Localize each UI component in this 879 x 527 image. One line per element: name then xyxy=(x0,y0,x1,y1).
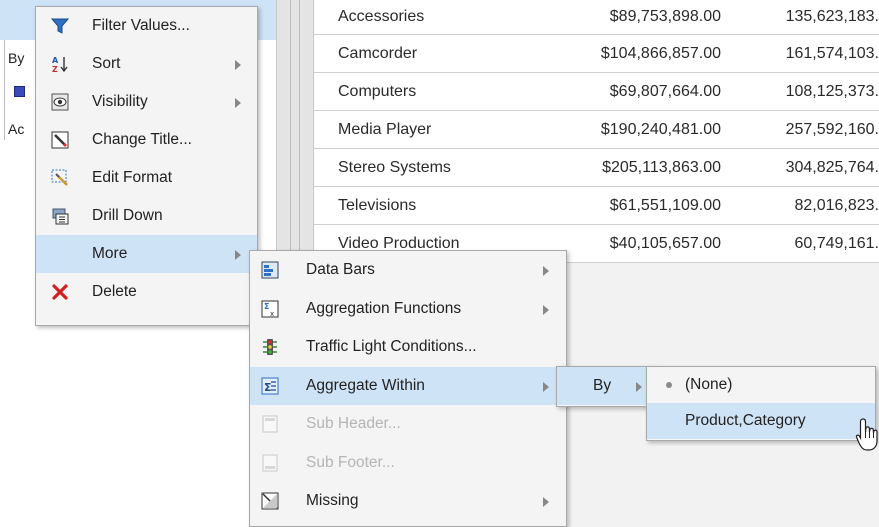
data-bars-icon xyxy=(261,261,279,279)
by-submenu: (None) Product,Category xyxy=(646,366,876,441)
selected-dot-icon xyxy=(666,382,672,388)
aggregate-within-submenu: By xyxy=(556,366,655,407)
category-cell: Televisions xyxy=(314,186,536,225)
menu-item-more[interactable]: More xyxy=(36,235,257,273)
menu-item-label: Visibility xyxy=(92,93,148,110)
category-cell: Stereo Systems xyxy=(314,148,536,187)
aggregation-icon: Σx xyxy=(261,300,279,318)
sub-header-icon xyxy=(261,415,279,433)
submenu-arrow-icon xyxy=(235,250,241,260)
menu-item-change-title[interactable]: Change Title... xyxy=(36,121,257,159)
submenu-arrow-icon xyxy=(543,266,549,276)
menu-item-missing[interactable]: Missing xyxy=(250,482,566,521)
menu-item-label: More xyxy=(92,245,128,262)
left-panel-fragment-by: By xyxy=(8,50,25,66)
menu-item-aggregation-functions[interactable]: Σx Aggregation Functions xyxy=(250,290,566,329)
left-panel-fragment-ac: Ac xyxy=(8,121,25,137)
missing-icon xyxy=(261,492,279,510)
menu-item-label: Sub Footer... xyxy=(306,453,395,471)
traffic-light-icon xyxy=(261,338,279,356)
menu-item-label: Missing xyxy=(306,492,359,509)
report-table: Accessories $89,753,898.00 135,623,183. … xyxy=(314,0,879,263)
menu-item-none[interactable]: (None) xyxy=(647,367,875,403)
submenu-arrow-icon xyxy=(235,98,241,108)
menu-item-by[interactable]: By xyxy=(557,367,654,405)
revenue-cell: $104,866,857.00 xyxy=(536,34,733,73)
count-cell: 257,592,160. xyxy=(733,110,879,149)
pencil-icon xyxy=(51,131,69,149)
menu-item-label: (None) xyxy=(685,376,733,393)
count-cell: 304,825,764. xyxy=(733,148,879,187)
more-submenu: Data Bars Σx Aggregation Functions Traff… xyxy=(249,250,567,527)
svg-text:A: A xyxy=(52,56,59,65)
count-cell: 108,125,373. xyxy=(733,72,879,111)
menu-item-delete[interactable]: Delete xyxy=(36,273,257,311)
menu-item-label: Data Bars xyxy=(306,261,375,278)
menu-item-label: Aggregate Within xyxy=(306,376,425,394)
context-menu: Filter Values... AZ Sort Visibility Chan… xyxy=(35,6,258,326)
sub-footer-icon xyxy=(261,454,279,472)
table-row: Accessories $89,753,898.00 135,623,183. xyxy=(314,0,879,35)
eye-icon xyxy=(51,93,69,111)
left-panel-tree-line xyxy=(4,40,5,140)
table-row: Stereo Systems $205,113,863.00 304,825,7… xyxy=(314,148,879,187)
count-cell: 161,574,103. xyxy=(733,34,879,73)
revenue-cell: $89,753,898.00 xyxy=(536,0,733,35)
menu-item-label: By xyxy=(593,377,612,394)
submenu-arrow-icon xyxy=(543,497,549,507)
submenu-arrow-icon xyxy=(235,60,241,70)
table-row: Camcorder $104,866,857.00 161,574,103. xyxy=(314,34,879,73)
menu-item-label: Change Title... xyxy=(92,131,192,148)
count-cell: 60,749,161. xyxy=(733,224,879,263)
menu-item-edit-format[interactable]: Edit Format xyxy=(36,159,257,197)
svg-text:Z: Z xyxy=(52,65,58,73)
menu-item-label: Sub Header... xyxy=(306,415,401,432)
field-square-icon xyxy=(14,86,25,97)
submenu-arrow-icon xyxy=(636,382,642,392)
revenue-cell: $61,551,109.00 xyxy=(536,186,733,225)
drill-down-icon xyxy=(51,207,69,225)
sort-az-icon: AZ xyxy=(51,55,69,73)
menu-item-aggregate-within[interactable]: Σ Aggregate Within xyxy=(250,366,566,405)
revenue-cell: $205,113,863.00 xyxy=(536,148,733,187)
delete-x-icon xyxy=(51,283,69,301)
menu-item-label: Delete xyxy=(92,283,137,300)
menu-item-sort[interactable]: AZ Sort xyxy=(36,45,257,83)
menu-item-label: Product,Category xyxy=(685,412,806,429)
menu-item-sub-footer: Sub Footer... xyxy=(250,444,566,483)
filter-icon xyxy=(51,17,69,35)
revenue-cell: $69,807,664.00 xyxy=(536,72,733,111)
menu-item-traffic-light-conditions[interactable]: Traffic Light Conditions... xyxy=(250,328,566,367)
count-cell: 82,016,823. xyxy=(733,186,879,225)
menu-item-label: Edit Format xyxy=(92,169,173,186)
menu-item-label: Filter Values... xyxy=(92,17,190,34)
svg-text:Σ: Σ xyxy=(264,381,272,394)
menu-item-visibility[interactable]: Visibility xyxy=(36,83,257,121)
submenu-arrow-icon xyxy=(543,304,549,315)
revenue-cell: $190,240,481.00 xyxy=(536,110,733,149)
category-cell: Computers xyxy=(314,72,536,111)
format-icon xyxy=(51,169,69,187)
submenu-arrow-icon xyxy=(543,381,549,392)
hand-cursor-icon xyxy=(855,417,879,453)
count-cell: 135,623,183. xyxy=(733,0,879,35)
table-row: Televisions $61,551,109.00 82,016,823. xyxy=(314,186,879,225)
menu-item-label: Traffic Light Conditions... xyxy=(306,338,477,355)
menu-item-drill-down[interactable]: Drill Down xyxy=(36,197,257,235)
menu-item-product-category[interactable]: Product,Category xyxy=(647,403,875,439)
menu-item-data-bars[interactable]: Data Bars xyxy=(250,251,566,290)
svg-text:x: x xyxy=(270,310,274,318)
menu-item-filter-values[interactable]: Filter Values... xyxy=(36,7,257,45)
menu-item-sub-header: Sub Header... xyxy=(250,405,566,444)
category-cell: Media Player xyxy=(314,110,536,149)
menu-item-label: Drill Down xyxy=(92,207,163,224)
table-row: Media Player $190,240,481.00 257,592,160… xyxy=(314,110,879,149)
table-row: Computers $69,807,664.00 108,125,373. xyxy=(314,72,879,111)
svg-text:Σ: Σ xyxy=(264,302,269,311)
aggregate-within-icon: Σ xyxy=(261,377,279,395)
category-cell: Camcorder xyxy=(314,34,536,73)
category-cell: Accessories xyxy=(314,0,536,35)
menu-item-label: Aggregation Functions xyxy=(306,299,462,317)
menu-item-label: Sort xyxy=(92,55,121,72)
